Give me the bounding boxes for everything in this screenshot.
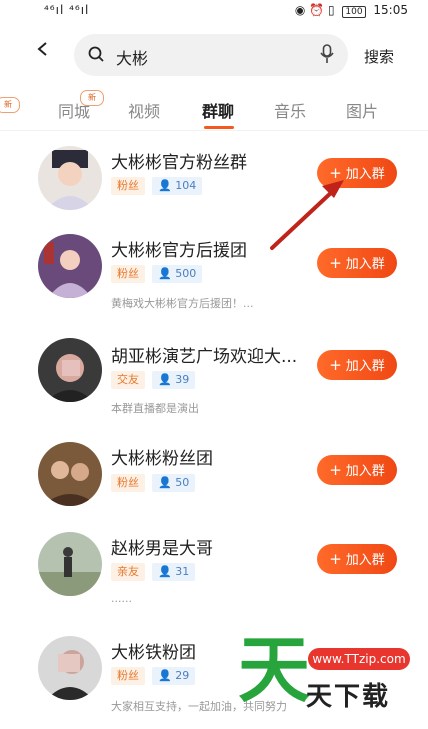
- microphone-icon[interactable]: [320, 44, 334, 64]
- group-tag: 粉丝: [111, 265, 145, 283]
- plus-icon: +: [329, 164, 342, 182]
- search-bar-row: 大彬 搜索: [0, 32, 428, 80]
- status-right: ◉ ⏰ ▯ 100 15:05: [295, 3, 408, 18]
- alarm-icon: ⏰: [309, 3, 325, 17]
- search-input[interactable]: 大彬: [74, 34, 348, 76]
- group-avatar: [38, 338, 102, 402]
- member-count: 👤 31: [152, 563, 196, 581]
- member-count: 👤 50: [152, 474, 196, 492]
- search-icon: [88, 46, 104, 62]
- group-tag: 粉丝: [111, 474, 145, 492]
- group-avatar: [38, 146, 102, 210]
- member-count: 👤 104: [152, 177, 203, 195]
- join-group-button[interactable]: + 加入群: [317, 248, 397, 278]
- search-query: 大彬: [116, 49, 149, 68]
- active-tab-indicator: [204, 126, 234, 129]
- tab-partial-badge: 新: [0, 92, 20, 113]
- join-group-button[interactable]: + 加入群: [317, 158, 397, 188]
- status-bar: ⁴⁶ıl ⁴⁶ıl ◉ ⏰ ▯ 100 15:05: [0, 0, 428, 22]
- group-name: 大彬彬官方粉丝群: [111, 153, 247, 173]
- eye-icon: ◉: [294, 3, 306, 17]
- battery-indicator: 100: [342, 6, 366, 18]
- group-description: 本群直播都是演出: [111, 402, 199, 415]
- group-tag: 交友: [111, 371, 145, 389]
- group-avatar: [38, 532, 102, 596]
- group-description: 黄梅戏大彬彬官方后援团！...: [111, 297, 254, 310]
- vibrate-icon: ▯: [327, 3, 335, 17]
- join-group-button[interactable]: + 加入群: [317, 544, 397, 574]
- plus-icon: +: [329, 550, 342, 568]
- plus-icon: +: [329, 254, 342, 272]
- watermark-logo: 天: [238, 627, 311, 712]
- plus-icon: +: [329, 356, 342, 374]
- group-name: 赵彬男是大哥: [111, 539, 213, 559]
- tab-bar: 新 同城新 视频 群聊 音乐 图片: [0, 88, 428, 130]
- tab-video[interactable]: 视频: [128, 98, 160, 122]
- group-name: 大彬彬粉丝团: [111, 449, 213, 469]
- clock: 15:05: [373, 3, 408, 17]
- plus-icon: +: [329, 461, 342, 479]
- group-name: 胡亚彬演艺广场欢迎大...: [111, 347, 298, 367]
- new-badge: 新: [80, 90, 105, 106]
- divider: [0, 130, 428, 131]
- group-avatar: [38, 636, 102, 700]
- watermark-url: www.TTzip.com: [308, 648, 410, 670]
- group-name: 大彬铁粉团: [111, 643, 196, 663]
- tab-images[interactable]: 图片: [346, 98, 378, 122]
- group-name: 大彬彬官方后援团: [111, 241, 247, 261]
- tab-nearby[interactable]: 同城新: [58, 90, 105, 122]
- group-tag: 亲友: [111, 563, 145, 581]
- member-count: 👤 29: [152, 667, 196, 685]
- watermark-site-name: 天下载: [306, 682, 391, 712]
- signal-indicators: ⁴⁶ıl ⁴⁶ıl: [44, 3, 90, 17]
- search-button[interactable]: 搜索: [364, 46, 394, 67]
- group-tag: 粉丝: [111, 177, 145, 195]
- back-arrow-icon[interactable]: [36, 42, 50, 56]
- join-group-button[interactable]: + 加入群: [317, 455, 397, 485]
- group-avatar: [38, 234, 102, 298]
- member-count: 👤 39: [152, 371, 196, 389]
- join-group-button[interactable]: + 加入群: [317, 350, 397, 380]
- group-description: ......: [111, 592, 132, 605]
- group-avatar: [38, 442, 102, 506]
- tab-music[interactable]: 音乐: [274, 98, 306, 122]
- member-count: 👤 500: [152, 265, 203, 283]
- tab-group-chat[interactable]: 群聊: [202, 98, 234, 122]
- group-tag: 粉丝: [111, 667, 145, 685]
